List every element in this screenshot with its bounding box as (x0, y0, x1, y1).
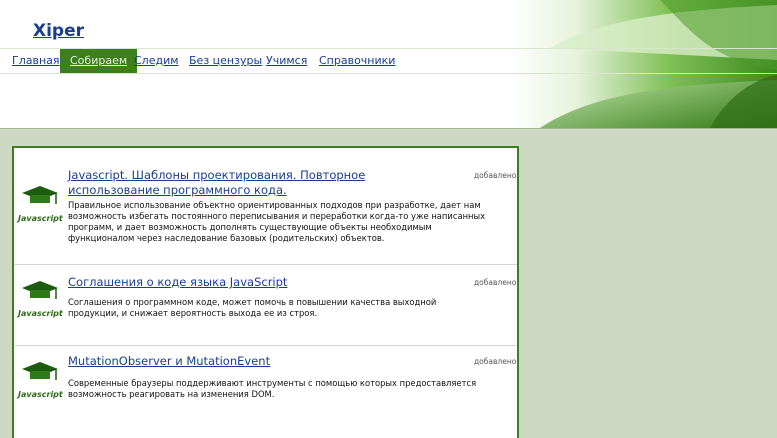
added-label: добавлено (474, 357, 517, 366)
icon-caption: Javascript (18, 214, 63, 223)
nav-item-collect[interactable]: Собираем (60, 49, 138, 73)
nav-item-watch[interactable]: Следим (134, 54, 179, 67)
site-header: Xiper Главная Собираем Следим Без цензур… (0, 0, 777, 129)
added-label: добавлено (474, 171, 517, 180)
site-logo[interactable]: Xiper (33, 21, 84, 41)
nav-item-learn[interactable]: Учимся (266, 54, 307, 67)
icon-caption: Javascript (18, 309, 63, 318)
article-title-link[interactable]: MutationObserver и MutationEvent (68, 354, 418, 369)
javascript-logo-icon: Javascript (18, 184, 63, 232)
article-description: Соглашения о программном коде, может пом… (68, 297, 437, 318)
icon-caption: Javascript (18, 390, 63, 399)
articles-list: Javascript Javascript. Шаблоны проектиро… (12, 146, 519, 438)
list-item: Javascript Javascript. Шаблоны проектиро… (14, 148, 517, 265)
article-title-link[interactable]: Соглашения о коде языка JavaScript (68, 275, 418, 290)
javascript-logo-icon: Javascript (18, 360, 63, 408)
javascript-logo-icon: Javascript (18, 279, 63, 327)
added-label: добавлено (474, 278, 517, 287)
list-item: Javascript Соглашения о коде языка JavaS… (14, 265, 517, 346)
nav-item-home[interactable]: Главная (12, 54, 60, 67)
article-description: Правильное использование объектно ориент… (68, 200, 486, 243)
article-description: Современные браузеры поддерживают инстру… (68, 378, 477, 399)
list-item: Javascript MutationObserver и MutationEv… (14, 346, 517, 438)
article-title-link[interactable]: Javascript. Шаблоны проектирования. Повт… (68, 168, 418, 198)
nav-item-uncensored[interactable]: Без цензуры (189, 54, 262, 67)
nav-item-references[interactable]: Справочники (319, 54, 395, 67)
main-nav: Главная Собираем Следим Без цензуры Учим… (0, 48, 777, 74)
